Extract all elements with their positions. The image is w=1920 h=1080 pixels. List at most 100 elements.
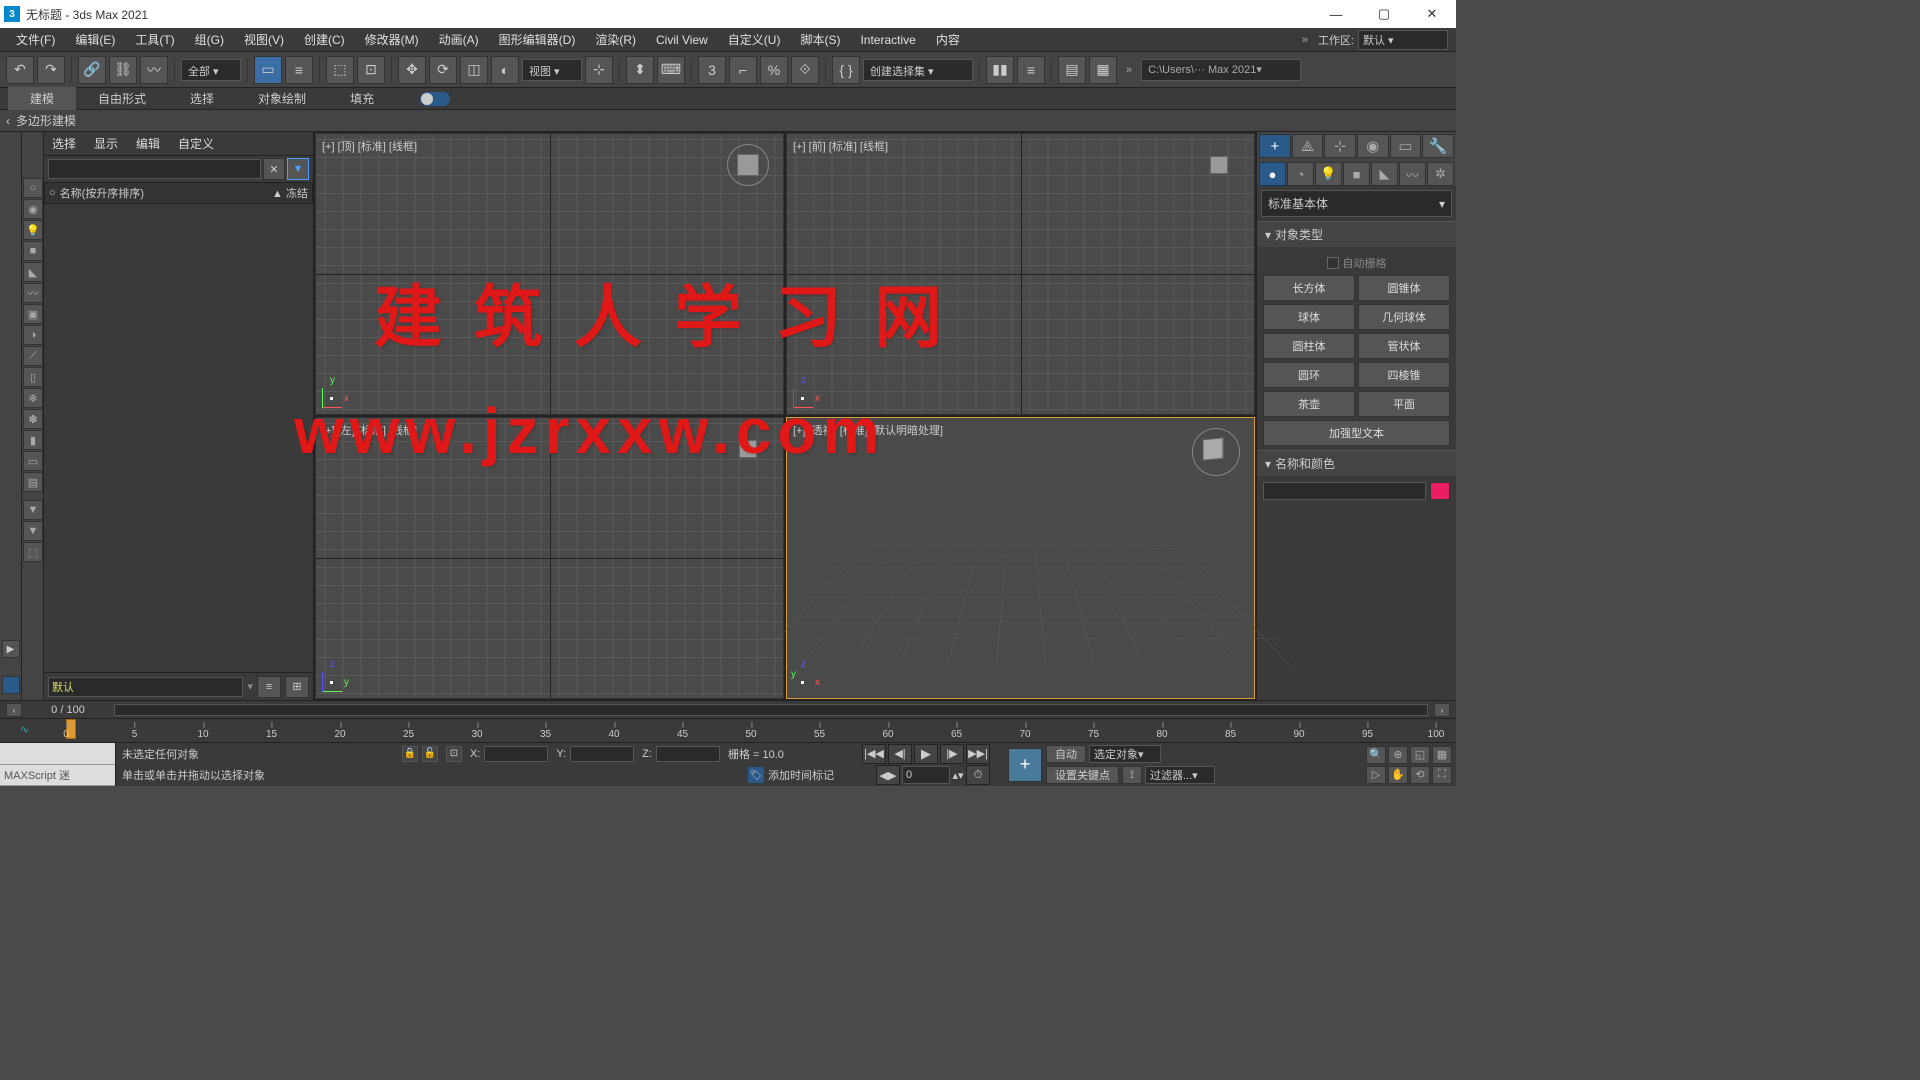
cmd-sub-systems[interactable]: ✲: [1427, 162, 1454, 186]
selection-filter-dropdown[interactable]: 全部 ▾: [181, 59, 241, 81]
obj-sphere[interactable]: 球体: [1263, 304, 1355, 330]
cmd-tab-motion[interactable]: ◉: [1357, 134, 1389, 158]
filter-geometry-icon[interactable]: ○: [23, 178, 43, 198]
percent-snap-button[interactable]: %: [760, 56, 788, 84]
menu-civil-view[interactable]: Civil View: [648, 31, 716, 49]
tab-selection[interactable]: 选择: [168, 87, 236, 110]
collapse-icon[interactable]: ▼: [23, 500, 43, 520]
obj-cylinder[interactable]: 圆柱体: [1263, 333, 1355, 359]
placement-button[interactable]: ◐: [491, 56, 519, 84]
viewport-top-label[interactable]: [+] [顶] [标准] [线框]: [322, 138, 417, 154]
zoom-extents-button[interactable]: ◱: [1410, 746, 1430, 764]
filter-xrefs-icon[interactable]: ◑: [23, 325, 43, 345]
layer-button[interactable]: ▤: [1058, 56, 1086, 84]
rollout-object-type[interactable]: ▾对象类型: [1257, 221, 1456, 247]
menu-content[interactable]: 内容: [928, 29, 968, 50]
scene-hierarchy-button[interactable]: ⊞: [285, 676, 309, 698]
rotate-button[interactable]: ⟳: [429, 56, 457, 84]
zoom-extents-all-button[interactable]: ▦: [1432, 746, 1452, 764]
scene-tab-select[interactable]: 选择: [48, 133, 80, 154]
scene-set-input[interactable]: [48, 677, 243, 697]
menu-animation[interactable]: 动画(A): [431, 29, 487, 50]
object-name-input[interactable]: [1263, 482, 1426, 500]
cmd-tab-utilities[interactable]: 🔧: [1422, 134, 1454, 158]
pivot-button[interactable]: ⊹: [585, 56, 613, 84]
filter-helpers-icon[interactable]: ◣: [23, 262, 43, 282]
cmd-sub-helpers[interactable]: ◣: [1371, 162, 1398, 186]
soundtrack-icon[interactable]: ∿: [20, 723, 29, 736]
key-target-dropdown[interactable]: 选定对象 ▾: [1089, 745, 1161, 763]
rollout-name-color[interactable]: ▾名称和颜色: [1257, 450, 1456, 476]
filter-groups-icon[interactable]: ▣: [23, 304, 43, 324]
pan-button[interactable]: ✋: [1388, 766, 1408, 784]
cmd-sub-lights[interactable]: 💡: [1315, 162, 1342, 186]
keyboard-shortcut-button[interactable]: ⌨: [657, 56, 685, 84]
menu-scripting[interactable]: 脚本(S): [792, 29, 848, 50]
cmd-sub-geometry[interactable]: ●: [1259, 162, 1286, 186]
toolbar-overflow-icon[interactable]: »: [1126, 64, 1132, 76]
scene-tab-display[interactable]: 显示: [90, 133, 122, 154]
bind-spacewarp-button[interactable]: 〰: [140, 56, 168, 84]
menu-tools[interactable]: 工具(T): [127, 29, 182, 50]
select-by-name-button[interactable]: ≡: [285, 56, 313, 84]
scene-search-input[interactable]: [48, 159, 261, 179]
timeline-ruler[interactable]: ∿ 05101520253035404550556065707580859095…: [0, 718, 1456, 742]
set-key-button[interactable]: 设置关键点: [1046, 766, 1119, 784]
window-crossing-button[interactable]: ⊡: [357, 56, 385, 84]
tab-object-paint[interactable]: 对象绘制: [236, 87, 328, 110]
cmd-tab-display[interactable]: ▭: [1390, 134, 1422, 158]
viewport-layout-icon[interactable]: [2, 676, 20, 694]
named-selection-dropdown[interactable]: 创建选择集 ▾: [863, 59, 973, 81]
menu-file[interactable]: 文件(F): [8, 29, 63, 50]
lock-icon[interactable]: ⬚: [23, 542, 43, 562]
maxscript-listener[interactable]: [0, 743, 115, 765]
viewcube-left[interactable]: [723, 424, 773, 474]
spinner-snap-button[interactable]: ⟐: [791, 56, 819, 84]
undo-button[interactable]: ↶: [6, 56, 34, 84]
scene-search-clear[interactable]: ✕: [263, 158, 285, 180]
ref-coord-dropdown[interactable]: 视图 ▾: [522, 59, 582, 81]
time-slider-track[interactable]: [114, 704, 1428, 716]
object-category-dropdown[interactable]: 标准基本体▾: [1261, 190, 1452, 217]
scene-search-filter[interactable]: ▼: [287, 158, 309, 180]
play-button[interactable]: ▶: [914, 744, 938, 764]
tab-freeform[interactable]: 自由形式: [76, 87, 168, 110]
scene-tab-edit[interactable]: 编辑: [132, 133, 164, 154]
obj-cone[interactable]: 圆锥体: [1358, 275, 1450, 301]
filter-hidden-icon[interactable]: ✽: [23, 409, 43, 429]
tab-populate[interactable]: 填充: [328, 87, 396, 110]
menu-rendering[interactable]: 渲染(R): [587, 29, 644, 50]
x-coord-input[interactable]: [484, 746, 548, 762]
mirror-button[interactable]: ▮▮: [986, 56, 1014, 84]
scale-button[interactable]: ◫: [460, 56, 488, 84]
angle-snap-button[interactable]: ⌐: [729, 56, 757, 84]
isolate-icon[interactable]: ⊡: [446, 746, 462, 762]
obj-box[interactable]: 长方体: [1263, 275, 1355, 301]
menu-interactive[interactable]: Interactive: [852, 31, 923, 49]
prev-frame-button[interactable]: ◀|: [888, 744, 912, 764]
object-color-swatch[interactable]: [1430, 482, 1450, 500]
project-path[interactable]: C:\Users\··· Max 2021 ▾: [1141, 59, 1301, 81]
obj-teapot[interactable]: 茶壶: [1263, 391, 1355, 417]
autogrid-checkbox[interactable]: 自动栅格: [1263, 251, 1450, 275]
obj-pyramid[interactable]: 四棱锥: [1358, 362, 1450, 388]
ribbon-toggle[interactable]: [420, 92, 450, 106]
viewport-front-label[interactable]: [+] [前] [标准] [线框]: [793, 138, 888, 154]
select-object-button[interactable]: ▭: [254, 56, 282, 84]
polygon-modeling-label[interactable]: 多边形建模: [16, 112, 76, 129]
key-mode-button[interactable]: ◀▶: [876, 765, 900, 785]
next-frame-button[interactable]: |▶: [940, 744, 964, 764]
filter-all-icon[interactable]: ▮: [23, 430, 43, 450]
max-toggle-button[interactable]: ⛶: [1432, 766, 1452, 784]
viewport-left[interactable]: [+] [左] [标准] [线框] zy: [315, 417, 784, 699]
cmd-tab-modify[interactable]: ⟁: [1292, 134, 1324, 158]
cmd-sub-cameras[interactable]: ■: [1343, 162, 1370, 186]
filter-none-icon[interactable]: ▭: [23, 451, 43, 471]
unlink-button[interactable]: ⛓: [109, 56, 137, 84]
align-button[interactable]: ≡: [1017, 56, 1045, 84]
filter-spacewarps-icon[interactable]: 〰: [23, 283, 43, 303]
snap-toggle-button[interactable]: 3: [698, 56, 726, 84]
expand-icon[interactable]: ▼: [23, 521, 43, 541]
function-button[interactable]: { }: [832, 56, 860, 84]
viewcube-front[interactable]: [1194, 140, 1244, 190]
